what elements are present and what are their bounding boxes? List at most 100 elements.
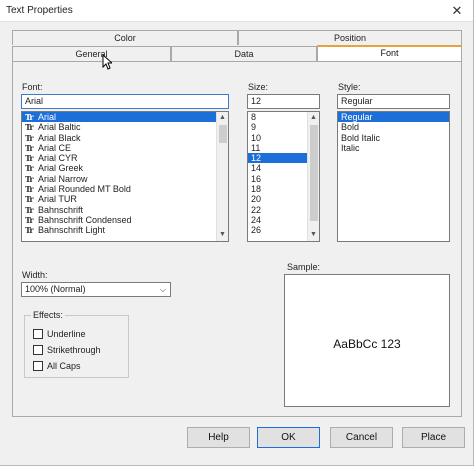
font-list[interactable]: Tr Arial Tr Arial Baltic Tr Arial Black Tr Aria…: [21, 111, 229, 242]
font-list-item-label: Arial Black: [38, 132, 81, 143]
effects-title: Effects:: [31, 310, 65, 320]
truetype-font-icon: Tr: [25, 214, 34, 225]
cancel-button[interactable]: Cancel: [330, 427, 393, 448]
font-list-item-label: Arial Narrow: [38, 173, 88, 184]
size-input[interactable]: 12: [247, 94, 320, 109]
size-list-item-label: 18: [251, 184, 262, 195]
size-list-item-label: 8: [251, 112, 257, 122]
effects-group: Effects: Underline Strikethrough All Cap…: [24, 310, 129, 378]
chevron-down-icon[interactable]: ▼: [217, 229, 228, 241]
all-caps-label: All Caps: [47, 361, 81, 371]
size-list-item-label: 16: [251, 173, 262, 184]
truetype-font-icon: Tr: [25, 173, 34, 184]
font-list-item[interactable]: Tr Arial CYR: [22, 153, 228, 163]
size-list-item-label: 10: [251, 132, 262, 143]
help-button[interactable]: Help: [187, 427, 250, 448]
font-name-input[interactable]: Arial: [21, 94, 229, 109]
place-button[interactable]: Place: [402, 427, 465, 448]
tab-color[interactable]: Color: [12, 30, 238, 45]
tab-position[interactable]: Position: [238, 30, 462, 45]
sample-preview: AaBbCc 123: [284, 274, 450, 407]
font-list-item-label: Bahnschrift Condensed: [38, 214, 132, 225]
font-list-item-label: Arial Greek: [38, 163, 84, 174]
width-label: Width:: [22, 270, 48, 280]
size-list-scroll-thumb[interactable]: [310, 125, 318, 221]
size-list-item-label: 20: [251, 194, 262, 205]
font-list-item[interactable]: Tr Arial Baltic: [22, 122, 228, 132]
font-list-item[interactable]: Tr Arial Narrow: [22, 174, 228, 184]
chevron-down-icon[interactable]: ▼: [308, 229, 319, 241]
width-select-value: 100% (Normal): [25, 284, 86, 294]
truetype-font-icon: Tr: [25, 163, 34, 174]
font-list-scrollbar[interactable]: ▲ ▼: [216, 112, 228, 241]
style-label: Style:: [338, 82, 361, 92]
font-list-item-label: Arial CE: [38, 142, 72, 153]
size-list-item-label: 11: [251, 142, 261, 153]
sample-text: AaBbCc 123: [333, 337, 401, 351]
style-list-item-label: Italic: [341, 142, 360, 153]
font-list-item-label: Arial Baltic: [38, 122, 81, 133]
tab-font[interactable]: Font: [317, 45, 462, 61]
text-properties-dialog: Text Properties ✕ Color Position General…: [0, 0, 474, 466]
all-caps-checkbox[interactable]: [33, 361, 43, 371]
tab-data[interactable]: Data: [171, 46, 317, 61]
font-list-item[interactable]: Tr Bahnschrift: [22, 205, 228, 215]
style-input[interactable]: Regular: [337, 94, 450, 109]
style-list-item-label: Bold Italic: [341, 132, 381, 143]
font-list-item[interactable]: Tr Arial Black: [22, 133, 228, 143]
truetype-font-icon: Tr: [25, 225, 34, 236]
width-select[interactable]: 100% (Normal) ⌵: [21, 282, 171, 297]
style-list-item-label: Regular: [341, 112, 373, 122]
size-list-item-label: 22: [251, 204, 262, 215]
font-list-item-label: Arial CYR: [38, 153, 78, 164]
font-list-item-label: Arial Rounded MT Bold: [38, 184, 131, 195]
truetype-font-icon: Tr: [25, 122, 34, 133]
size-list-item-label: 9: [251, 122, 257, 133]
size-label: Size:: [248, 82, 269, 92]
font-list-scroll-thumb[interactable]: [219, 125, 227, 143]
truetype-font-icon: Tr: [25, 204, 34, 215]
sample-label: Sample:: [287, 262, 321, 272]
strikethrough-checkbox[interactable]: [33, 345, 43, 355]
truetype-font-icon: Tr: [25, 194, 34, 205]
style-list-item[interactable]: Bold: [338, 122, 449, 132]
font-list-item-label: Arial TUR: [38, 194, 77, 205]
truetype-font-icon: Tr: [25, 153, 34, 164]
size-list-item-label: 14: [251, 163, 262, 174]
style-list-item[interactable]: Regular: [338, 112, 449, 123]
chevron-down-icon: ⌵: [159, 285, 166, 294]
truetype-font-icon: Tr: [25, 142, 34, 153]
truetype-font-icon: Tr: [25, 112, 34, 122]
font-list-item[interactable]: Tr Arial CE: [22, 143, 228, 153]
window-title: Text Properties: [6, 5, 73, 16]
truetype-font-icon: Tr: [25, 184, 34, 195]
truetype-font-icon: Tr: [25, 132, 34, 143]
font-list-item-label: Arial: [38, 112, 57, 122]
underline-checkbox[interactable]: [33, 329, 43, 339]
style-list-item[interactable]: Italic: [338, 143, 449, 153]
tab-position-label: Position: [333, 33, 367, 43]
tab-general[interactable]: General: [12, 46, 171, 61]
font-list-item-label: Bahnschrift: [38, 204, 84, 215]
mouse-pointer-icon: [102, 54, 112, 70]
chevron-up-icon[interactable]: ▲: [308, 112, 319, 124]
size-list-item-label: 26: [251, 225, 262, 236]
font-list-item[interactable]: Tr Arial TUR: [22, 194, 228, 204]
font-list-item[interactable]: Tr Bahnschrift Condensed: [22, 215, 228, 225]
style-list-item-label: Bold: [341, 122, 360, 133]
strikethrough-label: Strikethrough: [47, 345, 101, 355]
font-list-item[interactable]: Tr Bahnschrift Light: [22, 225, 228, 235]
title-bar: Text Properties ✕: [0, 0, 473, 22]
tab-font-label: Font: [380, 48, 399, 58]
font-list-item[interactable]: Tr Arial Greek: [22, 163, 228, 173]
size-list-scrollbar[interactable]: ▲ ▼: [307, 112, 319, 241]
size-list[interactable]: 8 9 10 11 12 14 16 18 20 22 24 26 ▲ ▼: [247, 111, 320, 242]
font-list-item[interactable]: Tr Arial Rounded MT Bold: [22, 184, 228, 194]
chevron-up-icon[interactable]: ▲: [217, 112, 228, 124]
font-list-item[interactable]: Tr Arial: [22, 112, 228, 123]
style-list-item[interactable]: Bold Italic: [338, 133, 449, 143]
close-button[interactable]: ✕: [447, 2, 467, 20]
size-list-item-label: 12: [251, 153, 262, 164]
style-list[interactable]: Regular Bold Bold Italic Italic: [337, 111, 450, 242]
ok-button[interactable]: OK: [257, 427, 320, 448]
